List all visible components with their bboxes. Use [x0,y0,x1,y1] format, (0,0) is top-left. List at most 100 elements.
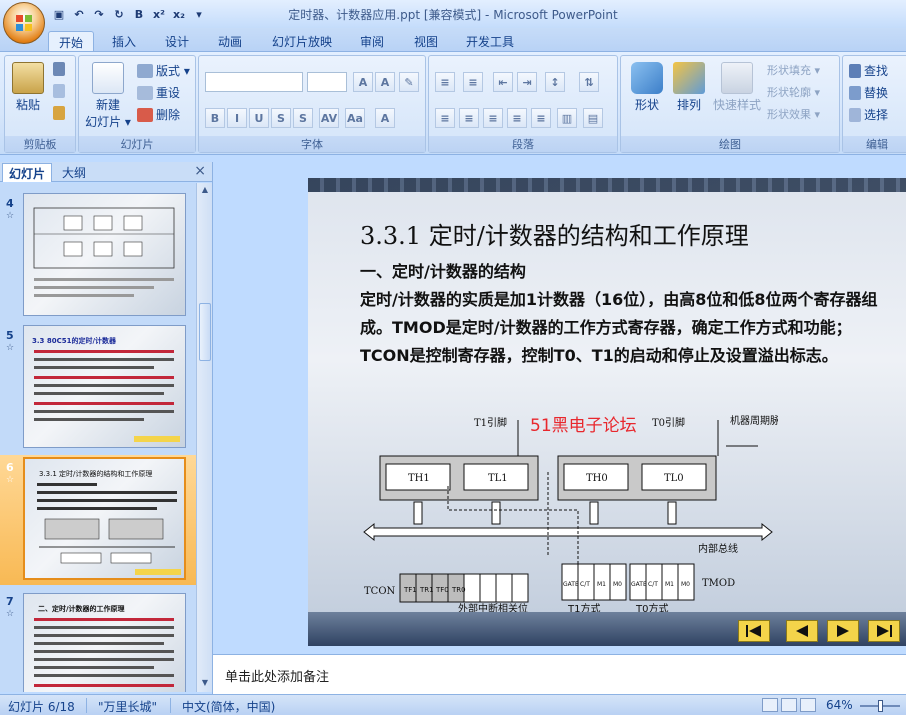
distributed-button[interactable]: ≡ [531,108,551,128]
slide-thumbnail-4[interactable] [23,193,186,316]
tab-slides[interactable]: 幻灯片 [2,163,53,182]
last-slide-button[interactable] [868,620,900,642]
next-slide-button[interactable] [827,620,859,642]
shapes-button[interactable]: 形状 [627,62,667,113]
scroll-down-icon[interactable]: ▼ [199,678,211,690]
slide-subtitle[interactable]: 一、定时/计数器的结构 [360,258,526,282]
thumb-number: 7 [6,595,14,608]
reset-button[interactable]: 重设 [137,84,180,101]
slide-thumbnail-7[interactable]: 二、定时/计数器的工作原理 [23,593,186,692]
arrange-button[interactable]: 排列 [669,62,709,113]
tab-home[interactable]: 开始 [48,31,95,52]
copy-button[interactable] [53,84,65,98]
new-slide-button[interactable]: 新建 幻灯片 ▾ [81,62,135,130]
change-case-button[interactable]: Aa [345,108,365,128]
slide-thumbnail-6[interactable]: 3.3.1 定时/计数器的结构和工作原理 [23,457,186,580]
paste-icon [12,62,44,94]
replace-button[interactable]: 替换 [849,84,888,101]
normal-view-icon[interactable] [762,698,778,712]
language-indicator[interactable]: 中文(简体，中国) [182,698,275,715]
current-slide[interactable]: 3.3.1 定时/计数器的结构和工作原理 一、定时/计数器的结构 定时/计数器的… [308,178,906,646]
tab-slideshow[interactable]: 幻灯片放映 [262,31,342,52]
tab-outline[interactable]: 大纲 [56,163,92,182]
cut-button[interactable] [53,62,65,76]
last-icon [877,625,892,637]
strikethrough-button[interactable]: S [271,108,291,128]
justify-button[interactable]: ≡ [507,108,527,128]
align-left-button[interactable]: ≡ [435,108,455,128]
clipboard-group-label: 剪贴板 [5,136,75,152]
shadow-button[interactable]: S [293,108,313,128]
tab-design[interactable]: 设计 [155,31,199,52]
slides-group-label: 幻灯片 [79,136,195,152]
shape-outline-button[interactable]: 形状轮廓 ▾ [767,84,820,100]
clear-format-button[interactable]: ✎ [399,72,419,92]
increase-indent-button[interactable]: ⇥ [517,72,537,92]
sorter-view-icon[interactable] [781,698,797,712]
columns-button[interactable]: ▥ [557,108,577,128]
zoom-level[interactable]: 64% [826,698,853,712]
close-panel-icon[interactable]: × [194,163,206,179]
office-button[interactable] [3,2,45,44]
zoom-slider-thumb[interactable] [878,700,883,712]
tcon-bit-tf0: TF0 [435,586,449,594]
shape-fill-button[interactable]: 形状填充 ▾ [767,62,820,78]
font-group-label: 字体 [199,136,425,152]
underline-button[interactable]: U [249,108,269,128]
font-color-button[interactable]: A [375,108,395,128]
line-spacing-button[interactable]: ↕ [545,72,565,92]
align-center-button[interactable]: ≡ [459,108,479,128]
bullets-button[interactable]: ≡ [435,72,455,92]
shrink-font-button[interactable]: A [375,72,395,92]
tab-developer[interactable]: 开发工具 [456,31,524,52]
char-spacing-button[interactable]: AV [319,108,339,128]
thumb-number: 6 [6,461,14,474]
select-button[interactable]: 选择 [849,106,888,123]
tab-insert[interactable]: 插入 [102,31,146,52]
decrease-indent-button[interactable]: ⇤ [493,72,513,92]
shapes-icon [631,62,663,94]
font-size-select[interactable] [307,72,347,92]
scroll-up-icon[interactable]: ▲ [199,185,211,197]
editing-group: 查找 替换 选择 编辑 [842,55,906,153]
font-name-select[interactable] [205,72,303,92]
find-button[interactable]: 查找 [849,62,888,79]
machine-cycle-label: 机器周期脉冲 [730,414,778,427]
slideshow-view-icon[interactable] [800,698,816,712]
slide-title[interactable]: 3.3.1 定时/计数器的结构和工作原理 [360,216,749,251]
shape-effects-button[interactable]: 形状效果 ▾ [767,106,820,122]
tmod-bit: GATE [631,581,647,588]
watermark-text: 51黑电子论坛 [530,416,637,436]
align-text-button[interactable]: ▤ [583,108,603,128]
previous-icon [796,625,808,637]
layout-button[interactable]: 版式 ▾ [137,62,190,79]
theme-name[interactable]: "万里长城" [98,698,157,715]
numbering-button[interactable]: ≡ [463,72,483,92]
slide-thumbnail-5[interactable]: 3.3 80C51的定时/计数器 [23,325,186,448]
delete-slide-button[interactable]: 删除 [137,106,180,123]
zoom-slider[interactable] [860,699,900,713]
align-right-button[interactable]: ≡ [483,108,503,128]
replace-icon [849,85,861,100]
slide-body-text[interactable]: 定时/计数器的实质是加1计数器（16位），由高8位和低8位两个寄存器组成。TMO… [360,286,880,370]
tab-review[interactable]: 审阅 [350,31,394,52]
tab-view[interactable]: 视图 [404,31,448,52]
thumbnail-scrollbar[interactable]: ▲ ▼ [196,183,212,692]
quick-styles-button[interactable]: 快速样式 [709,62,765,113]
bold-button[interactable]: B [205,108,225,128]
grow-font-button[interactable]: A [353,72,373,92]
notes-placeholder[interactable]: 单击此处添加备注 [225,666,329,685]
text-direction-button[interactable]: ⇅ [579,72,599,92]
first-slide-button[interactable] [738,620,770,642]
t0-pin-label: T0引脚 [652,416,685,429]
previous-slide-button[interactable] [786,620,818,642]
notes-pane[interactable]: 单击此处添加备注 [212,654,906,694]
tab-animation[interactable]: 动画 [208,31,252,52]
italic-button[interactable]: I [227,108,247,128]
thumb-diagram [33,207,175,297]
format-painter-button[interactable] [53,106,65,120]
slides-group: 新建 幻灯片 ▾ 版式 ▾ 重设 删除 幻灯片 [78,55,196,153]
thumb-number: 5 [6,329,14,342]
scrollbar-thumb[interactable] [199,303,211,361]
paste-button[interactable]: 粘贴 [11,62,45,113]
